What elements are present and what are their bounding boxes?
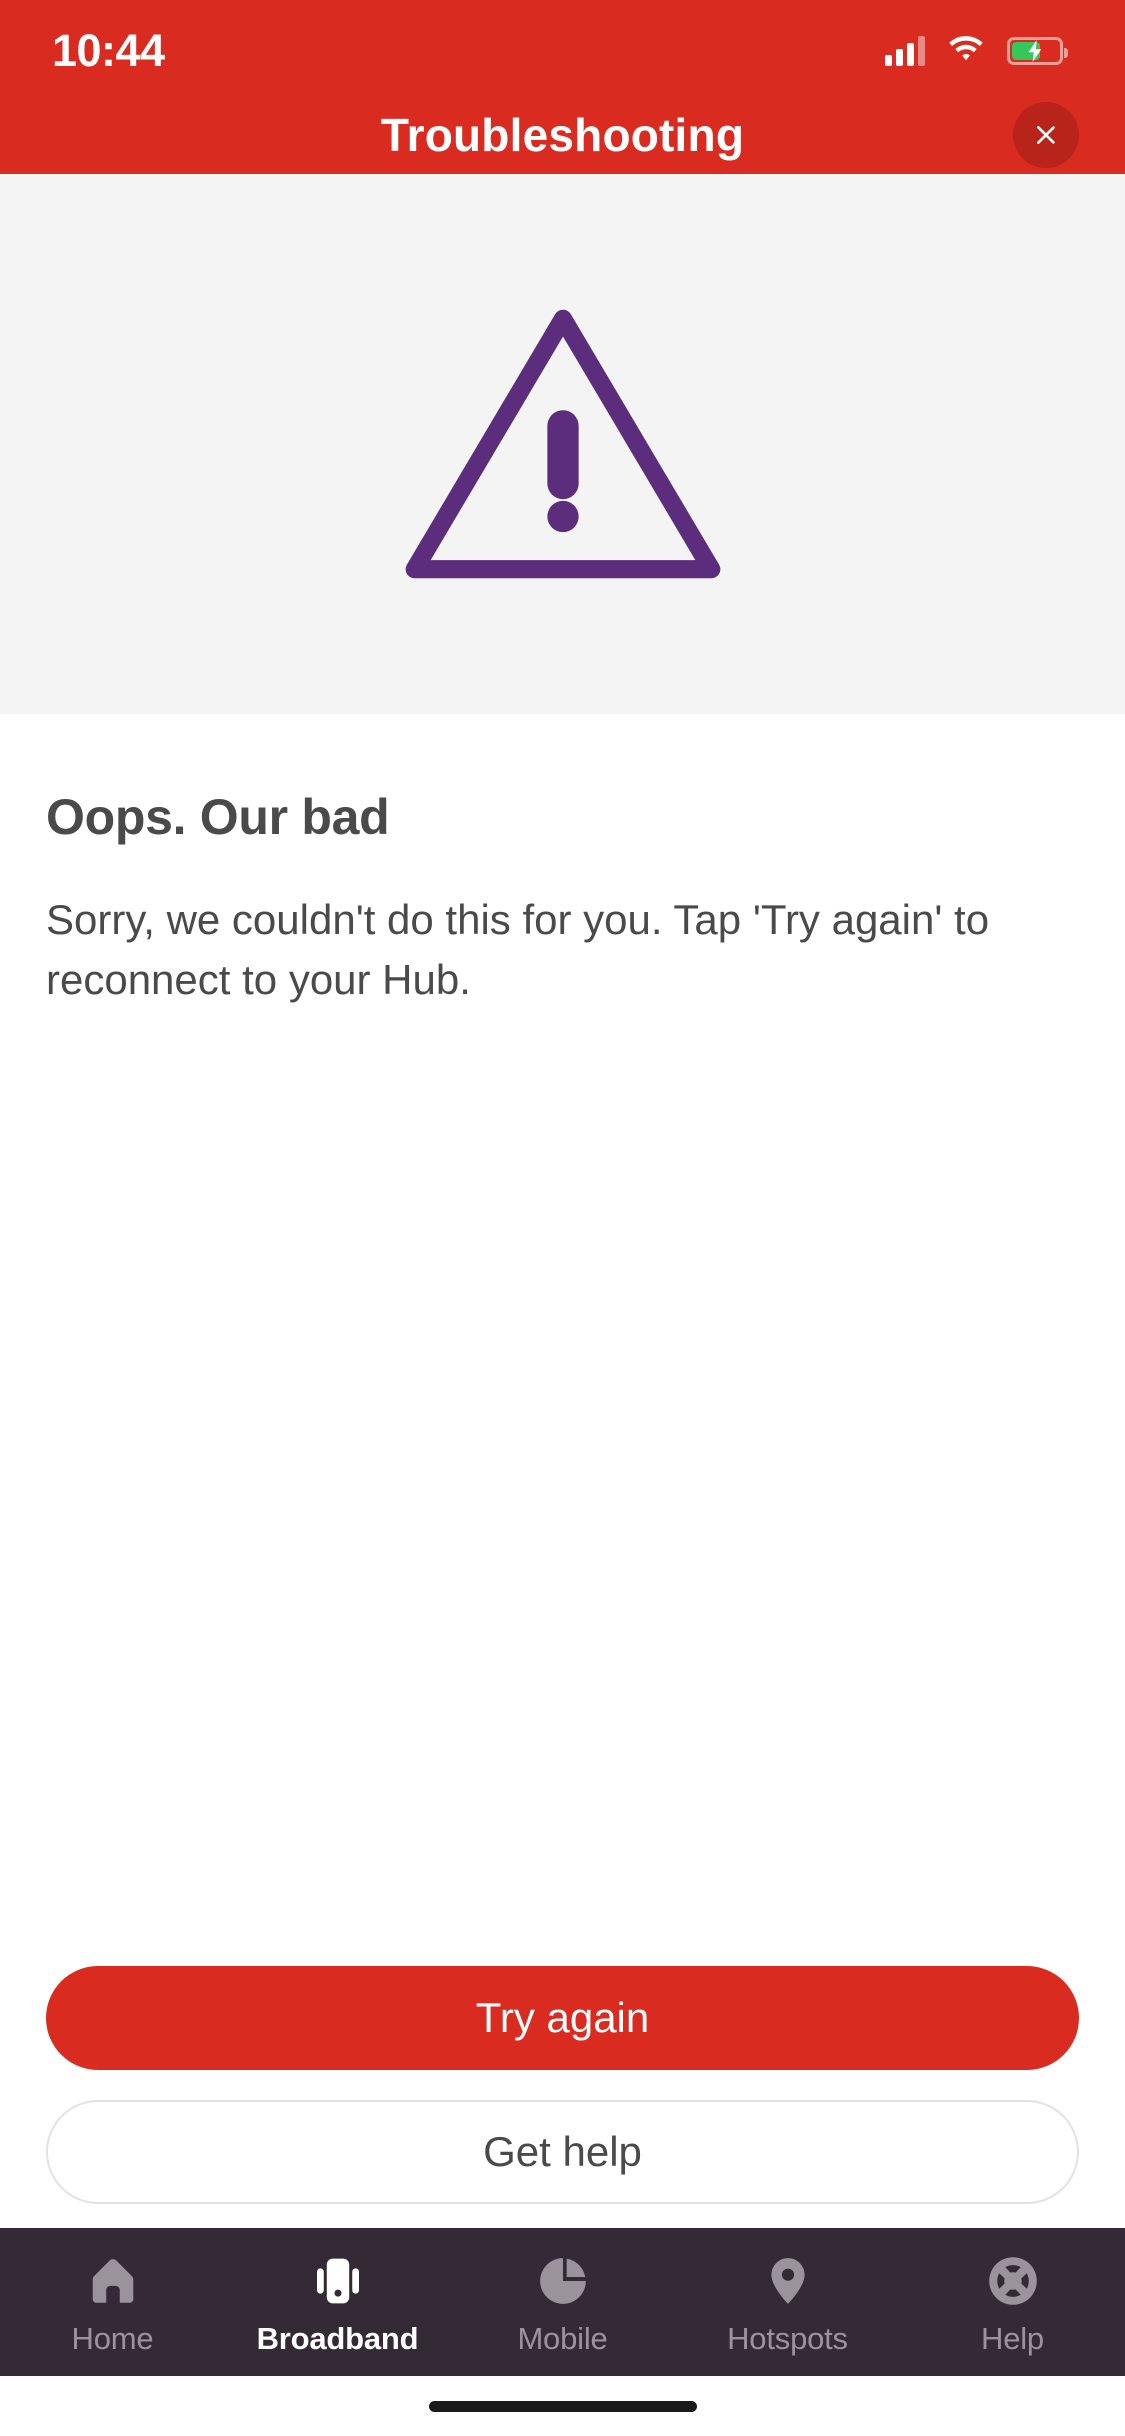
router-hub-icon	[310, 2250, 366, 2312]
nav-item-home[interactable]: Home	[0, 2250, 225, 2357]
page-header: Troubleshooting	[0, 96, 1125, 174]
nav-label-help: Help	[981, 2321, 1044, 2356]
nav-label-hotspots: Hotspots	[727, 2321, 848, 2356]
content-title: Oops. Our bad	[46, 789, 390, 845]
app-screen: 10:44 Troubleshooting Oops. Our bad Sorr…	[0, 0, 1125, 2436]
close-button[interactable]	[1013, 102, 1079, 168]
nav-item-mobile[interactable]: Mobile	[450, 2250, 675, 2357]
page-title: Troubleshooting	[380, 109, 745, 161]
nav-label-mobile: Mobile	[517, 2321, 608, 2356]
nav-label-broadband: Broadband	[256, 2321, 419, 2356]
wifi-icon	[947, 34, 985, 69]
home-indicator-area	[0, 2376, 1125, 2436]
content-area: Oops. Our bad Sorry, we couldn't do this…	[0, 714, 1125, 2228]
status-bar-icons	[885, 34, 1068, 69]
nav-item-hotspots[interactable]: Hotspots	[675, 2250, 900, 2357]
content-body: Sorry, we couldn't do this for you. Tap …	[46, 896, 990, 1003]
home-icon	[85, 2250, 141, 2312]
data-usage-pie-icon	[535, 2250, 591, 2312]
cellular-signal-icon	[885, 36, 925, 66]
try-again-button[interactable]: Try again	[46, 1966, 1079, 2070]
bottom-navigation: Home Broadband Mobile Hotspots Help	[0, 2228, 1125, 2376]
location-pin-icon	[760, 2250, 816, 2312]
status-bar: 10:44	[0, 0, 1125, 96]
nav-label-home: Home	[71, 2321, 154, 2356]
battery-charging-icon	[1007, 37, 1068, 65]
warning-triangle-exclamation-icon	[405, 309, 720, 579]
hero-illustration	[0, 174, 1125, 714]
action-buttons: Try again Get help	[46, 1966, 1079, 2228]
status-bar-clock: 10:44	[52, 25, 165, 76]
home-indicator[interactable]	[428, 2400, 697, 2412]
close-icon	[1037, 126, 1055, 144]
life-ring-icon	[985, 2250, 1041, 2312]
get-help-button[interactable]: Get help	[46, 2100, 1079, 2204]
nav-item-help[interactable]: Help	[900, 2250, 1125, 2357]
nav-item-broadband[interactable]: Broadband	[225, 2250, 450, 2357]
